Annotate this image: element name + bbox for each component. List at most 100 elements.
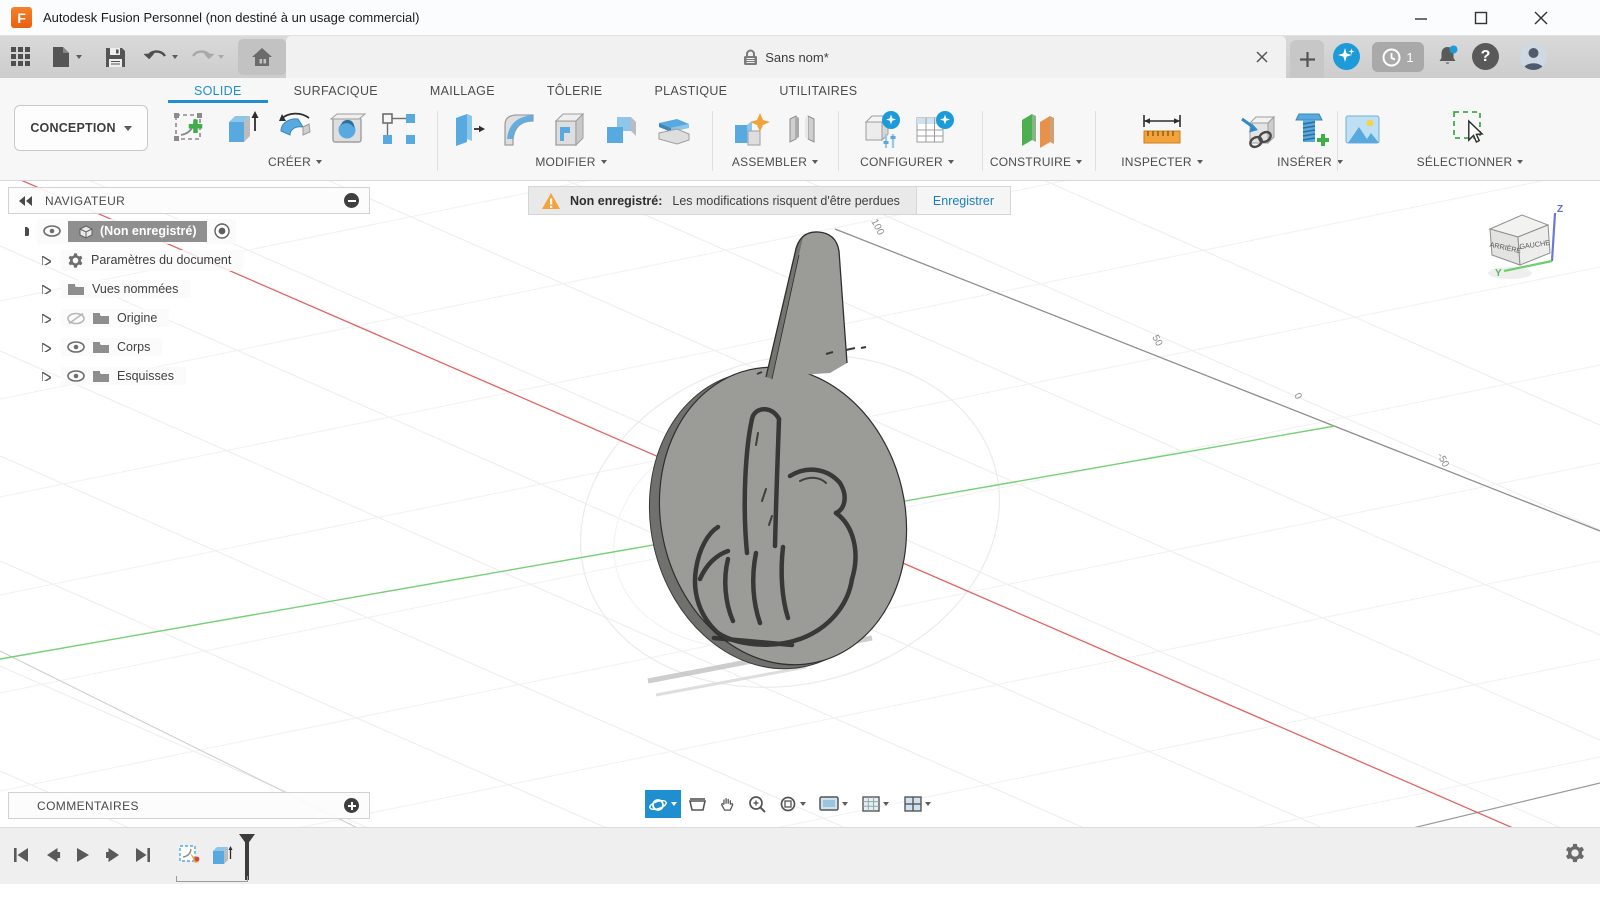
extrude-button[interactable] [222,109,262,149]
timeline-step-forward-button[interactable] [100,842,126,868]
timeline-position-marker[interactable] [238,834,256,880]
user-avatar[interactable] [1520,43,1547,70]
expand-caret-icon[interactable] [42,255,51,265]
orbit-button[interactable] [645,790,681,818]
configure-button[interactable] [860,108,902,150]
tree-row-document-settings[interactable]: Paramètres du document [42,248,244,272]
extensions-button[interactable] [1333,43,1360,70]
model-body[interactable] [620,231,935,694]
display-settings-button[interactable] [813,790,853,818]
tab-utilitaires[interactable]: UTILITAIRES [753,80,883,103]
group-label-construire[interactable]: CONSTRUIRE [990,155,1071,169]
timeline-feature-extrude[interactable] [208,842,236,868]
tab-solide[interactable]: SOLIDE [168,80,268,103]
tab-maillage[interactable]: MAILLAGE [404,80,521,103]
configuration-table-button[interactable] [913,108,955,150]
grid-snap-button[interactable] [855,790,895,818]
job-status-button[interactable]: 1 [1372,42,1424,72]
group-label-modifier[interactable]: MODIFIER [535,155,595,169]
timeline-go-start-button[interactable] [8,842,34,868]
navigator-panel-header[interactable]: NAVIGATEUR [8,187,370,214]
fit-button[interactable] [773,790,811,818]
viewport-3d[interactable]: 100 50 0 -50 NAVIGATEUR (Non enregistré)… [0,181,1600,827]
hole-button[interactable] [328,109,368,149]
document-tab[interactable]: Sans nom* [286,36,1286,78]
minimize-button[interactable] [1398,0,1444,35]
joint-button[interactable] [783,109,821,149]
expand-caret-open-icon[interactable] [20,226,29,236]
tree-item-label[interactable]: Corps [117,340,156,354]
combine-button[interactable] [601,109,641,149]
comments-expand-button[interactable] [344,798,359,813]
notifications-button[interactable] [1434,43,1461,70]
tree-item-label[interactable]: Vues nommées [92,282,184,296]
navigator-collapse-button[interactable] [344,193,359,208]
timeline-play-button[interactable] [70,842,96,868]
redo-button[interactable] [186,39,228,75]
group-label-inserer[interactable]: INSÉRER [1277,155,1332,169]
visibility-eye-icon[interactable] [67,370,85,382]
create-sketch-button[interactable] [171,109,211,149]
revolve-button[interactable] [273,109,317,149]
split-body-button[interactable] [652,109,692,149]
undo-button[interactable] [140,39,182,75]
group-label-assembler[interactable]: ASSEMBLER [732,155,807,169]
viewports-button[interactable] [897,790,937,818]
timeline-feature-sketch[interactable] [176,842,204,868]
tab-surfacique[interactable]: SURFACIQUE [268,80,404,103]
new-component-button[interactable] [730,109,772,149]
tab-plastique[interactable]: PLASTIQUE [628,80,753,103]
close-document-tab-button[interactable] [1252,47,1272,67]
tree-row-root[interactable]: (Non enregistré) [20,218,243,244]
group-label-configurer[interactable]: CONFIGURER [860,155,943,169]
help-button[interactable]: ? [1472,43,1499,70]
timeline-go-end-button[interactable] [130,842,156,868]
construction-plane-button[interactable] [1014,108,1058,150]
zoom-button[interactable] [743,790,771,818]
insert-fastener-button[interactable] [1291,108,1331,150]
tree-item-label[interactable]: Origine [117,311,163,325]
tree-item-label[interactable]: Esquisses [117,369,180,383]
press-pull-button[interactable] [450,109,488,149]
tab-tolerie[interactable]: TÔLERIE [521,80,629,103]
app-grid-menu-button[interactable] [6,39,36,75]
visibility-eye-icon[interactable] [43,225,61,237]
tree-row-named-views[interactable]: Vues nommées [42,277,243,301]
root-document-label[interactable]: (Non enregistré) [68,220,207,242]
pan-button[interactable] [713,790,741,818]
fillet-button[interactable] [499,109,539,149]
visibility-eye-off-icon[interactable] [67,312,85,325]
expand-caret-icon[interactable] [42,342,51,352]
select-button[interactable] [1448,108,1492,150]
tree-row-bodies[interactable]: Corps [42,335,243,359]
group-label-inspecter[interactable]: INSPECTER [1121,155,1191,169]
group-label-selectionner[interactable]: SÉLECTIONNER [1417,155,1513,169]
home-view-button[interactable] [238,39,286,75]
look-at-button[interactable] [683,790,711,818]
group-label-creer[interactable]: CRÉER [268,155,311,169]
save-action-link[interactable]: Enregistrer [915,187,1011,214]
save-button[interactable] [100,39,130,75]
workspace-selector-button[interactable]: CONCEPTION [14,105,148,151]
timeline-step-back-button[interactable] [40,842,66,868]
activate-radio-icon[interactable] [213,223,230,239]
expand-caret-icon[interactable] [42,284,51,294]
tree-item-label[interactable]: Paramètres du document [91,253,237,267]
tree-row-origin[interactable]: Origine [42,306,243,330]
visibility-eye-icon[interactable] [67,341,85,353]
comments-panel-header[interactable]: COMMENTAIRES [8,792,370,819]
expand-caret-icon[interactable] [42,371,51,381]
viewcube[interactable]: Z Y ARRIÈRE GAUCHE [1478,199,1568,289]
maximize-button[interactable] [1458,0,1504,35]
tree-row-sketches[interactable]: Esquisses [42,364,243,388]
new-document-tab-button[interactable] [1290,40,1324,78]
measure-button[interactable] [1139,109,1185,149]
timeline-settings-button[interactable] [1564,842,1586,864]
file-menu-button[interactable] [46,39,86,75]
insert-derive-button[interactable] [1238,109,1280,149]
rectangular-pattern-button[interactable] [379,109,419,149]
shell-button[interactable] [550,109,590,149]
insert-image-button[interactable] [1342,109,1382,149]
expand-caret-icon[interactable] [42,313,51,323]
close-button[interactable] [1518,0,1564,35]
